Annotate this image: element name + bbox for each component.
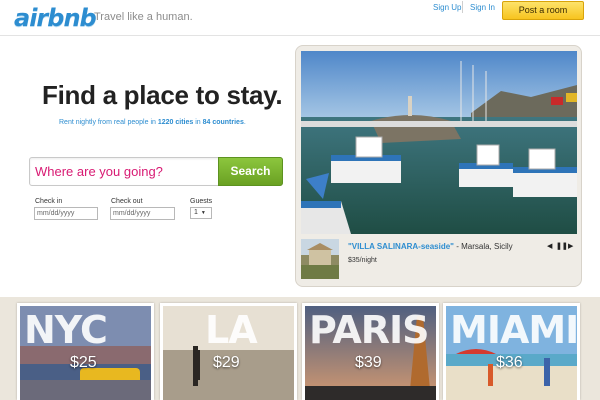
search-placeholder: Where are you going? xyxy=(35,164,163,179)
hero-subtitle: Rent nightly from real people in 1220 ci… xyxy=(59,119,246,126)
city-price: $25 xyxy=(70,354,97,371)
guests-select[interactable]: 1 ▼ xyxy=(190,207,212,219)
subtitle-prefix: Rent nightly from real people in xyxy=(59,119,158,126)
checkin-label: Check in xyxy=(35,198,63,205)
signin-link[interactable]: Sign In xyxy=(470,3,495,12)
listing-thumbnail[interactable] xyxy=(301,239,339,279)
city-card-nyc[interactable]: NYC $25 xyxy=(17,303,154,400)
listing-price: $35/night xyxy=(348,257,377,264)
city-card-paris[interactable]: PARIS $39 xyxy=(302,303,439,400)
checkout-field[interactable]: mm/dd/yyyy xyxy=(110,207,175,220)
airbnb-logo[interactable]: airbnb xyxy=(14,4,97,32)
checkout-label: Check out xyxy=(111,198,143,205)
post-room-button[interactable]: Post a room xyxy=(502,1,584,20)
city-price: $39 xyxy=(355,354,382,371)
chevron-down-icon: ▼ xyxy=(200,210,206,216)
signup-link[interactable]: Sign Up xyxy=(433,3,461,12)
search-button[interactable]: Search xyxy=(218,157,283,186)
tagline: Travel like a human. xyxy=(94,11,193,23)
listing-location: - Marsala, Sicily xyxy=(453,242,513,251)
city-price: $36 xyxy=(496,354,523,371)
city-name: MIAMI xyxy=(450,308,579,352)
pause-icon[interactable]: ❚❚ xyxy=(556,242,568,250)
listing-name[interactable]: "VILLA SALINARA-seaside" xyxy=(348,242,454,251)
top-header: airbnb Travel like a human. Sign Up Sign… xyxy=(0,0,600,36)
guests-value: 1 xyxy=(194,209,198,216)
city-card-miami[interactable]: MIAMI $36 xyxy=(443,303,580,400)
prev-arrow-icon[interactable]: ◀ xyxy=(547,242,552,250)
guests-label: Guests xyxy=(190,198,213,205)
city-price: $29 xyxy=(213,354,240,371)
subtitle-mid: in xyxy=(193,119,203,126)
featured-listing-panel: "VILLA SALINARA-seaside" - Marsala, Sici… xyxy=(295,45,582,287)
checkin-field[interactable]: mm/dd/yyyy xyxy=(34,207,98,220)
city-name: LA xyxy=(205,308,258,352)
subtitle-cities: 1220 cities xyxy=(157,119,194,126)
subtitle-countries: 84 countries xyxy=(202,119,244,126)
listing-title[interactable]: "VILLA SALINARA-seaside" - Marsala, Sici… xyxy=(348,242,513,251)
page-title: Find a place to stay. xyxy=(42,80,283,110)
city-name: PARIS xyxy=(309,308,430,352)
header-divider xyxy=(462,1,463,13)
city-name: NYC xyxy=(24,308,108,352)
featured-photo[interactable] xyxy=(301,51,577,234)
next-arrow-icon[interactable]: ▶ xyxy=(568,242,573,250)
city-card-la[interactable]: LA $29 xyxy=(160,303,297,400)
subtitle-suffix: . xyxy=(243,119,246,126)
